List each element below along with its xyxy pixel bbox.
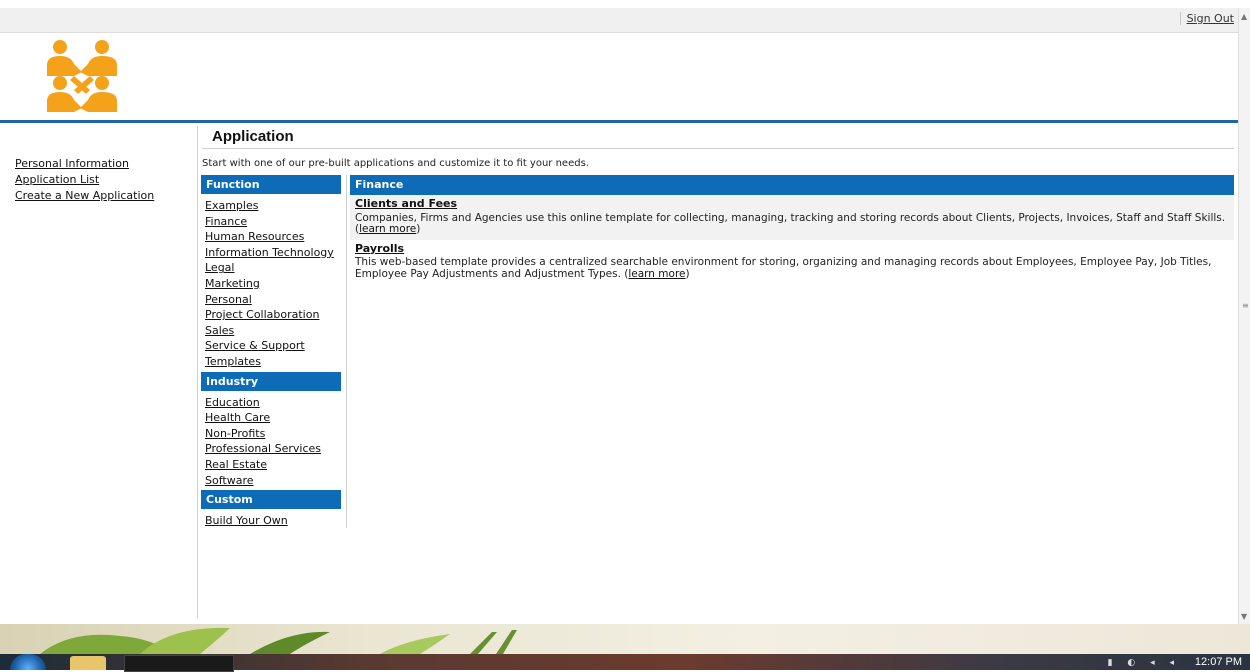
browser-top-strip bbox=[0, 0, 1250, 8]
vertical-divider bbox=[197, 126, 198, 618]
category-panel: Function Examples Finance Human Resource… bbox=[201, 175, 347, 528]
template-item: Clients and Fees Companies, Firms and Ag… bbox=[350, 195, 1234, 240]
function-item[interactable]: Templates bbox=[205, 354, 346, 370]
custom-list: Build Your Own bbox=[201, 509, 346, 531]
industry-item[interactable]: Health Care bbox=[205, 410, 346, 426]
function-item[interactable]: Personal bbox=[205, 292, 346, 308]
industry-list: Education Health Care Non-Profits Profes… bbox=[201, 391, 346, 491]
page-title: Application bbox=[212, 128, 294, 145]
function-list: Examples Finance Human Resources Informa… bbox=[201, 194, 346, 372]
function-item[interactable]: Examples bbox=[205, 198, 346, 214]
category-header: Finance bbox=[350, 175, 1234, 195]
industry-item[interactable]: Real Estate bbox=[205, 457, 346, 473]
scroll-up-arrow-icon[interactable]: ▲ bbox=[1241, 12, 1247, 21]
function-item[interactable]: Legal bbox=[205, 260, 346, 276]
taskbar-app-button[interactable] bbox=[124, 655, 234, 672]
learn-more-link[interactable]: learn more bbox=[359, 223, 416, 235]
title-divider bbox=[202, 148, 1234, 149]
industry-item[interactable]: Non-Profits bbox=[205, 426, 346, 442]
scroll-down-arrow-icon[interactable]: ▼ bbox=[1241, 612, 1247, 621]
nav-personal-information[interactable]: Personal Information bbox=[15, 156, 154, 172]
vertical-scrollbar[interactable]: ▲ ≡ ▼ bbox=[1238, 8, 1250, 624]
desktop-wallpaper bbox=[0, 624, 1250, 654]
function-item[interactable]: Service & Support bbox=[205, 338, 346, 354]
function-item[interactable]: Marketing bbox=[205, 276, 346, 292]
industry-item[interactable]: Software bbox=[205, 473, 346, 489]
function-item[interactable]: Finance bbox=[205, 214, 346, 230]
industry-header: Industry bbox=[201, 371, 341, 391]
template-description: Companies, Firms and Agencies use this o… bbox=[355, 211, 1226, 224]
header-divider bbox=[0, 120, 1238, 123]
function-item[interactable]: Project Collaboration bbox=[205, 307, 346, 323]
industry-item[interactable]: Professional Services bbox=[205, 441, 346, 457]
function-item[interactable]: Human Resources bbox=[205, 229, 346, 245]
intro-text: Start with one of our pre-built applicat… bbox=[202, 158, 589, 169]
template-description: This web-based template provides a centr… bbox=[355, 256, 1212, 280]
top-bar: Sign Out bbox=[0, 8, 1238, 33]
function-header: Function bbox=[201, 175, 341, 194]
function-item[interactable]: Sales bbox=[205, 323, 346, 339]
template-item: Payrolls This web-based template provide… bbox=[355, 241, 1212, 280]
template-panel: Finance Clients and Fees Companies, Firm… bbox=[350, 175, 1234, 284]
build-your-own-link[interactable]: Build Your Own bbox=[205, 513, 346, 529]
function-item[interactable]: Information Technology bbox=[205, 245, 346, 261]
industry-item[interactable]: Education bbox=[205, 395, 346, 411]
template-title-link[interactable]: Clients and Fees bbox=[355, 198, 457, 210]
custom-header: Custom bbox=[201, 490, 341, 510]
scroll-grip-icon[interactable]: ≡ bbox=[1242, 301, 1249, 310]
learn-more-link[interactable]: learn more bbox=[628, 268, 685, 280]
explorer-folder-icon[interactable] bbox=[70, 656, 106, 670]
template-title-link[interactable]: Payrolls bbox=[355, 242, 404, 255]
taskbar-clock[interactable]: 12:07 PM bbox=[1195, 656, 1242, 668]
system-tray-icons[interactable]: ▮ ◐ ◂ ◂ bbox=[1108, 658, 1180, 668]
nav-create-new-application[interactable]: Create a New Application bbox=[15, 188, 154, 204]
sign-out-link[interactable]: Sign Out bbox=[1179, 12, 1234, 25]
left-navigation: Personal Information Application List Cr… bbox=[15, 156, 154, 204]
people-network-logo bbox=[44, 38, 120, 112]
nav-application-list[interactable]: Application List bbox=[15, 172, 154, 188]
